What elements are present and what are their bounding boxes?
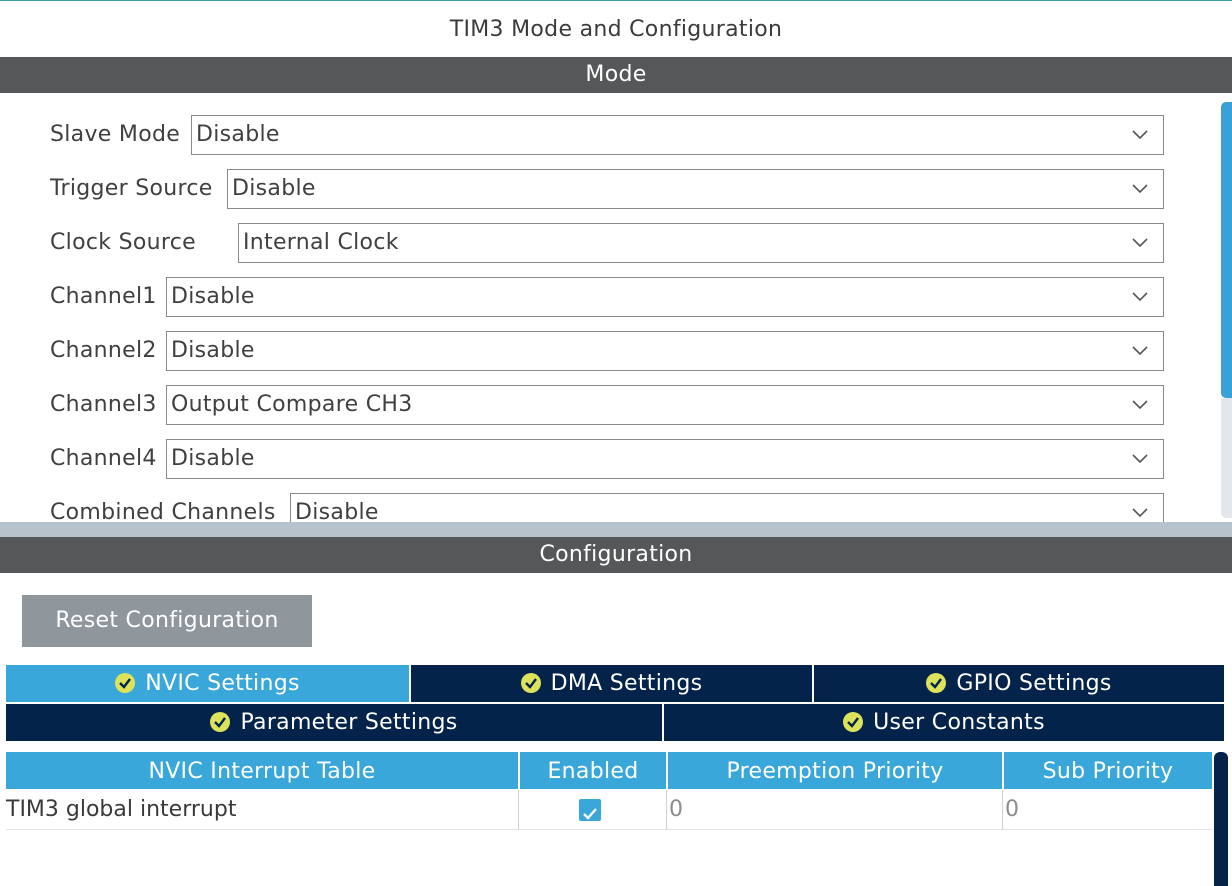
tab-user-constants[interactable]: User Constants [664, 704, 1224, 741]
enabled-checkbox[interactable] [579, 799, 601, 821]
channel2-row: Channel2 Disable [0, 329, 1170, 373]
mode-scrollbar-thumb[interactable] [1221, 102, 1232, 398]
trigger-source-select[interactable]: Disable [227, 169, 1164, 209]
chevron-down-icon [1132, 454, 1148, 464]
mode-scrollbar-remaining [1221, 398, 1232, 518]
chevron-down-icon [1132, 400, 1148, 410]
check-circle-icon [115, 673, 136, 693]
combined-channels-value: Disable [295, 500, 379, 522]
column-header-interrupt[interactable]: NVIC Interrupt Table [6, 752, 518, 789]
combined-channels-row: Combined Channels Disable [0, 491, 1170, 522]
chevron-down-icon [1132, 184, 1148, 194]
column-header-enabled[interactable]: Enabled [520, 752, 666, 789]
combined-channels-label: Combined Channels [50, 500, 276, 522]
panel-splitter[interactable] [0, 522, 1232, 537]
slave-mode-select[interactable]: Disable [191, 115, 1164, 155]
tab-dma-settings-label: DMA Settings [550, 671, 703, 696]
tab-parameter-settings[interactable]: Parameter Settings [6, 704, 664, 741]
channel2-label: Channel2 [50, 338, 157, 363]
combined-channels-select[interactable]: Disable [290, 493, 1164, 522]
tab-gpio-settings[interactable]: GPIO Settings [814, 665, 1224, 702]
check-circle-icon [843, 712, 864, 732]
slave-mode-value: Disable [196, 122, 280, 147]
chevron-down-icon [1132, 292, 1148, 302]
table-row-preemption-cell[interactable]: 0 [666, 790, 1004, 830]
channel1-row: Channel1 Disable [0, 275, 1170, 319]
channel4-row: Channel4 Disable [0, 437, 1170, 481]
interrupt-name: TIM3 global interrupt [6, 797, 237, 822]
configuration-section-header: Configuration [0, 537, 1232, 573]
channel3-select[interactable]: Output Compare CH3 [166, 385, 1164, 425]
tab-nvic-settings-label: NVIC Settings [145, 671, 300, 696]
slave-mode-label: Slave Mode [50, 122, 181, 147]
chevron-down-icon [1132, 346, 1148, 356]
clock-source-select[interactable]: Internal Clock [238, 223, 1164, 263]
tab-dma-settings[interactable]: DMA Settings [411, 665, 814, 702]
checkbox-checked-icon [583, 808, 597, 820]
mode-section-header: Mode [0, 57, 1232, 93]
check-circle-icon [520, 673, 541, 693]
trigger-source-value: Disable [232, 176, 316, 201]
channel4-value: Disable [171, 446, 255, 471]
column-header-preemption-priority[interactable]: Preemption Priority [668, 752, 1002, 789]
channel1-value: Disable [171, 284, 255, 309]
clock-source-value: Internal Clock [243, 230, 399, 255]
tab-nvic-settings[interactable]: NVIC Settings [6, 665, 411, 702]
channel3-row: Channel3 Output Compare CH3 [0, 383, 1170, 427]
column-header-sub-priority[interactable]: Sub Priority [1004, 752, 1212, 789]
chevron-down-icon [1132, 238, 1148, 248]
table-scrollbar-thumb[interactable] [1214, 752, 1228, 886]
mode-panel: Slave Mode Disable Trigger Source Disabl… [0, 93, 1232, 522]
trigger-source-row: Trigger Source Disable [0, 167, 1170, 211]
slave-mode-row: Slave Mode Disable [0, 113, 1170, 157]
tab-parameter-settings-label: Parameter Settings [240, 710, 458, 735]
window-top-border [0, 0, 1232, 1]
nvic-interrupt-table: NVIC Interrupt Table Enabled Preemption … [6, 752, 1212, 886]
chevron-down-icon [1132, 508, 1148, 518]
channel3-label: Channel3 [50, 392, 157, 417]
channel1-select[interactable]: Disable [166, 277, 1164, 317]
channel1-label: Channel1 [50, 284, 157, 309]
table-row-sub-priority-cell[interactable]: 0 [1002, 790, 1212, 830]
channel3-value: Output Compare CH3 [171, 392, 413, 417]
channel4-label: Channel4 [50, 446, 157, 471]
check-circle-icon [926, 673, 947, 693]
table-row-enabled-cell [518, 790, 666, 830]
channel2-value: Disable [171, 338, 255, 363]
preemption-priority-value: 0 [669, 797, 683, 822]
tab-gpio-settings-label: GPIO Settings [956, 671, 1112, 696]
check-circle-icon [210, 712, 231, 732]
sub-priority-value: 0 [1005, 797, 1019, 822]
channel2-select[interactable]: Disable [166, 331, 1164, 371]
reset-configuration-button[interactable]: Reset Configuration [22, 595, 312, 647]
table-row-interrupt-name: TIM3 global interrupt [6, 790, 518, 830]
trigger-source-label: Trigger Source [50, 176, 213, 201]
window-title: TIM3 Mode and Configuration [449, 17, 783, 42]
clock-source-row: Clock Source Internal Clock [0, 221, 1170, 265]
tab-user-constants-label: User Constants [873, 710, 1045, 735]
clock-source-label: Clock Source [50, 230, 196, 255]
chevron-down-icon [1132, 130, 1148, 140]
channel4-select[interactable]: Disable [166, 439, 1164, 479]
